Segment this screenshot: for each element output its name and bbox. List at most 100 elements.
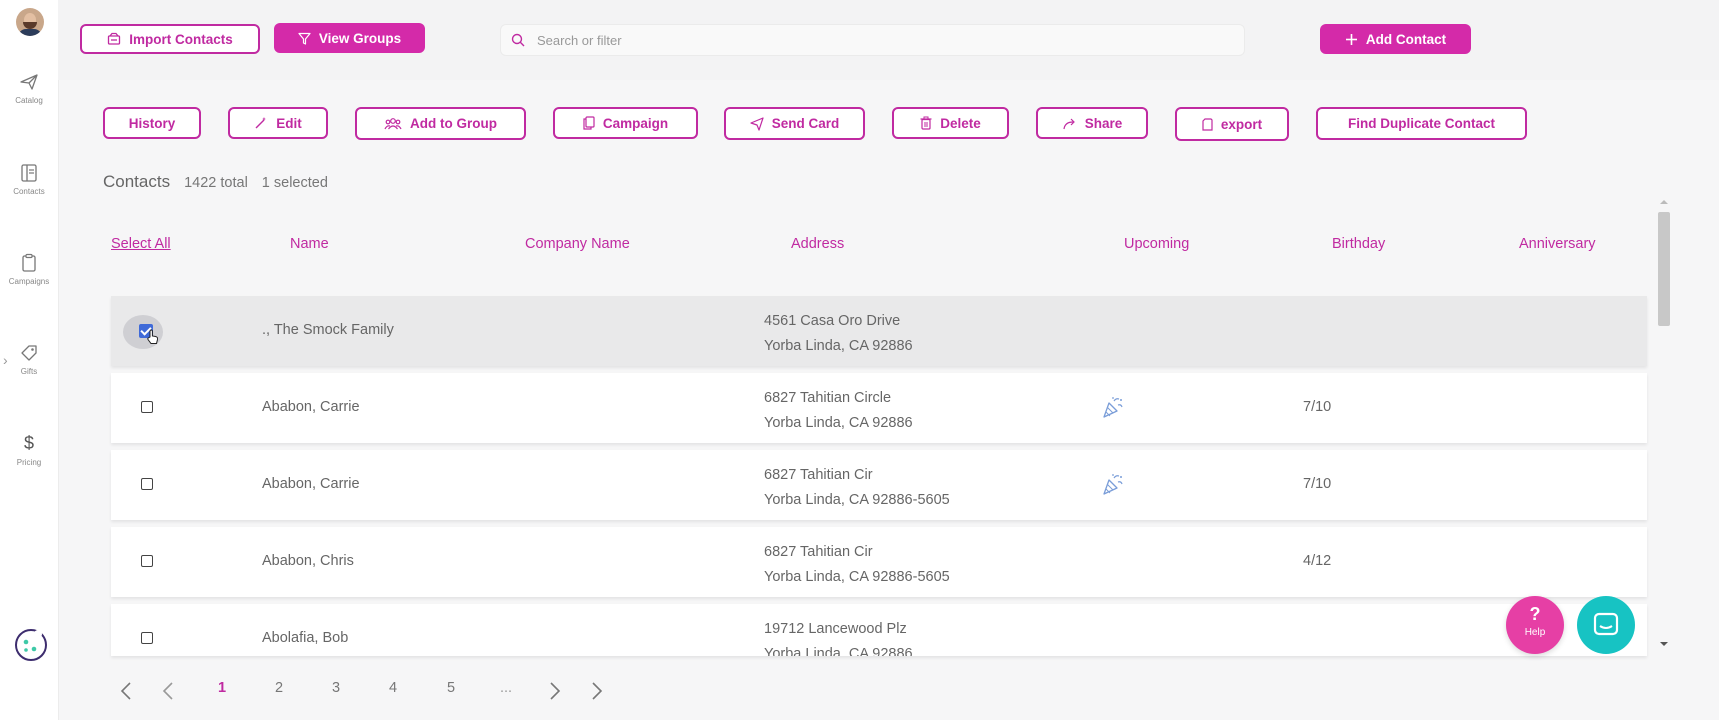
column-header-address[interactable]: Address (791, 236, 844, 252)
sidebar-item-contacts[interactable]: Contacts (0, 163, 58, 196)
contact-address: 19712 Lancewood Plz Yorba Linda, CA 9288… (764, 617, 913, 656)
page-link-5[interactable]: 5 (447, 680, 455, 696)
contact-name: Ababon, Chris (262, 553, 354, 569)
scroll-up-arrow-icon[interactable] (1659, 198, 1669, 206)
help-button[interactable]: ? Help (1506, 596, 1564, 654)
page-link-3[interactable]: 3 (332, 680, 340, 696)
table-row[interactable]: Ababon, Carrie 6827 Tahitian Circle Yorb… (111, 373, 1647, 443)
chat-icon (1593, 612, 1619, 636)
table-row[interactable]: Ababon, Chris 6827 Tahitian Cir Yorba Li… (111, 527, 1647, 597)
tag-icon (21, 345, 37, 361)
next-page-icon[interactable] (547, 681, 563, 701)
contact-name: Ababon, Carrie (262, 399, 360, 415)
last-page-icon[interactable] (589, 681, 605, 701)
table-row[interactable]: ., The Smock Family 4561 Casa Oro Drive … (111, 296, 1647, 366)
clipboard-icon (22, 253, 36, 272)
import-contacts-button[interactable]: Import Contacts (80, 24, 260, 54)
sidebar-item-label: Catalog (15, 96, 43, 105)
sidebar-item-campaigns[interactable]: Campaigns (0, 253, 58, 286)
page-link-4[interactable]: 4 (389, 680, 397, 696)
contact-birthday: 7/10 (1303, 399, 1332, 415)
table-row[interactable]: Abolafia, Bob 19712 Lancewood Plz Yorba … (111, 604, 1647, 656)
row-checkbox[interactable] (141, 478, 153, 490)
import-icon (108, 32, 121, 45)
delete-label: Delete (940, 115, 981, 131)
address-line-1: 6827 Tahitian Circle (764, 390, 892, 406)
previous-page-icon[interactable] (160, 681, 176, 701)
view-groups-button[interactable]: View Groups (274, 23, 425, 53)
column-header-birthday[interactable]: Birthday (1332, 236, 1385, 252)
import-contacts-label: Import Contacts (129, 31, 233, 47)
row-checkbox[interactable] (141, 555, 153, 567)
hand-cursor-icon (147, 329, 159, 344)
campaign-button[interactable]: Campaign (553, 107, 698, 139)
sidebar-item-catalog[interactable]: Catalog (0, 72, 58, 105)
sidebar-item-label: Contacts (13, 187, 45, 196)
address-line-1: 6827 Tahitian Cir (764, 544, 873, 560)
cookie-settings-icon[interactable] (14, 628, 48, 662)
share-button[interactable]: Share (1036, 107, 1148, 139)
find-duplicate-contact-button[interactable]: Find Duplicate Contact (1316, 107, 1527, 140)
sidebar-item-pricing[interactable]: $ Pricing (0, 432, 58, 467)
page-ellipsis: ... (500, 680, 513, 696)
contact-birthday: 7/10 (1303, 476, 1332, 492)
row-checkbox[interactable] (141, 632, 153, 644)
sidebar-item-gifts[interactable]: Gifts (0, 343, 58, 376)
paper-plane-icon (20, 74, 38, 90)
sidebar-item-label: Pricing (16, 458, 42, 467)
delete-button[interactable]: Delete (892, 107, 1009, 139)
add-contact-button[interactable]: Add Contact (1320, 24, 1471, 54)
add-to-group-button[interactable]: Add to Group (355, 107, 526, 140)
history-label: History (128, 115, 176, 131)
export-button[interactable]: export (1175, 107, 1289, 141)
send-icon (750, 116, 764, 131)
history-button[interactable]: History (103, 107, 201, 139)
contact-name: ., The Smock Family (262, 322, 394, 338)
address-line-2: Yorba Linda, CA 92886 (764, 646, 913, 656)
search-input[interactable] (535, 31, 1219, 49)
edit-button[interactable]: Edit (228, 107, 328, 139)
scrollbar-thumb[interactable] (1658, 212, 1670, 326)
send-card-label: Send Card (771, 116, 840, 131)
scroll-down-arrow-icon[interactable] (1659, 640, 1669, 648)
first-page-icon[interactable] (118, 681, 134, 701)
page-link-2[interactable]: 2 (275, 680, 283, 696)
address-line-2: Yorba Linda, CA 92886 (764, 338, 913, 354)
contact-address: 4561 Casa Oro Drive Yorba Linda, CA 9288… (764, 309, 913, 359)
send-card-button[interactable]: Send Card (724, 107, 865, 140)
address-line-2: Yorba Linda, CA 92886-5605 (764, 569, 950, 585)
avatar[interactable] (16, 8, 44, 36)
contact-name: Abolafia, Bob (262, 630, 349, 646)
magic-wand-icon (255, 117, 267, 129)
column-header-upcoming[interactable]: Upcoming (1124, 236, 1189, 252)
address-line-2: Yorba Linda, CA 92886-5605 (764, 492, 950, 508)
share-icon (1063, 118, 1075, 129)
contact-address: 6827 Tahitian Circle Yorba Linda, CA 928… (764, 386, 913, 436)
address-line-1: 19712 Lancewood Plz (764, 621, 907, 637)
search-bar[interactable] (500, 24, 1245, 56)
column-header-name[interactable]: Name (290, 236, 329, 252)
add-to-group-label: Add to Group (410, 116, 497, 131)
table-row[interactable]: Ababon, Carrie 6827 Tahitian Cir Yorba L… (111, 450, 1647, 520)
page-title: Contacts (103, 172, 171, 191)
view-groups-label: View Groups (318, 30, 402, 46)
svg-text:$: $ (24, 433, 34, 453)
party-popper-icon (1103, 474, 1123, 495)
help-label: Help (1524, 627, 1546, 638)
copy-icon (583, 116, 595, 130)
column-header-company[interactable]: Company Name (525, 236, 630, 252)
dollar-icon: $ (24, 433, 34, 453)
contacts-book-icon (21, 164, 37, 182)
chat-button[interactable] (1577, 596, 1635, 654)
contact-name: Ababon, Carrie (262, 476, 360, 492)
column-header-anniversary[interactable]: Anniversary (1519, 236, 1596, 252)
contact-address: 6827 Tahitian Cir Yorba Linda, CA 92886-… (764, 463, 950, 513)
sidebar-item-label: Campaigns (8, 277, 50, 286)
select-all-link[interactable]: Select All (111, 236, 171, 252)
trash-icon (920, 116, 932, 130)
page-link-1[interactable]: 1 (218, 680, 226, 696)
campaign-label: Campaign (602, 115, 669, 131)
selected-count: 1 selected (261, 175, 328, 191)
sidebar-item-label: Gifts (20, 367, 38, 376)
row-checkbox[interactable] (141, 401, 153, 413)
